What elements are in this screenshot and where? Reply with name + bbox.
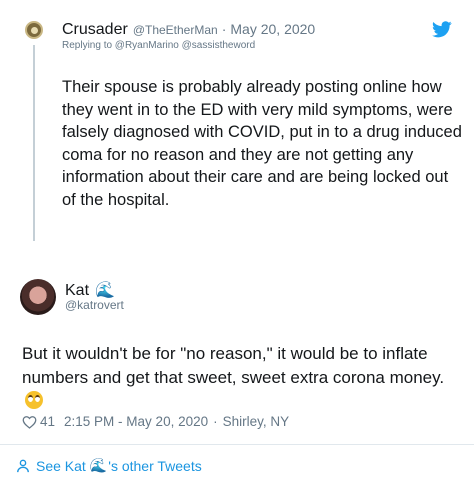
wave-emoji-icon: 🌊	[95, 282, 115, 299]
person-icon	[17, 459, 29, 472]
reply-tweet-text: But it wouldn't be for "no reason," it w…	[22, 344, 445, 387]
reply-location[interactable]: Shirley, NY	[223, 414, 290, 429]
see-other-tweets-link[interactable]: See Kat 🌊 's other Tweets	[16, 457, 202, 474]
reply-handle[interactable]: @katrovert	[65, 298, 124, 312]
replying-to-text: Replying to @RyanMarino @sassistheword	[62, 40, 256, 51]
reply-timestamp[interactable]: 2:15 PM - May 20, 2020	[64, 414, 208, 429]
kat-avatar[interactable]	[20, 279, 56, 315]
reply-meta-row: 41 2:15 PM - May 20, 2020 · Shirley, NY	[22, 414, 289, 429]
embedded-tweet-card: Crusader @TheEtherMan · May 20, 2020 Rep…	[0, 0, 474, 482]
eye-roll-emoji-icon	[25, 391, 43, 409]
heart-icon[interactable]	[22, 415, 37, 429]
thread-line	[33, 45, 35, 241]
twitter-bird-icon[interactable]	[432, 21, 452, 38]
meta-separator: ·	[213, 414, 218, 429]
parent-separator: ·	[221, 21, 227, 37]
parent-date-link[interactable]: May 20, 2020	[230, 21, 315, 37]
crusader-avatar[interactable]	[25, 21, 43, 39]
reply-tweet-body: But it wouldn't be for "no reason," it w…	[22, 342, 462, 413]
footer-divider	[0, 444, 474, 445]
parent-tweet-text: Their spouse is probably already posting…	[62, 78, 462, 209]
parent-tweet-header: Crusader @TheEtherMan · May 20, 2020	[62, 21, 315, 41]
footer-see-prefix: See Kat	[36, 457, 86, 474]
like-count[interactable]: 41	[40, 414, 55, 429]
footer-see-suffix: 's other Tweets	[108, 457, 202, 474]
parent-handle[interactable]: @TheEtherMan	[133, 23, 218, 37]
parent-display-name[interactable]: Crusader	[62, 21, 128, 39]
footer-wave-emoji-icon: 🌊	[89, 457, 108, 473]
